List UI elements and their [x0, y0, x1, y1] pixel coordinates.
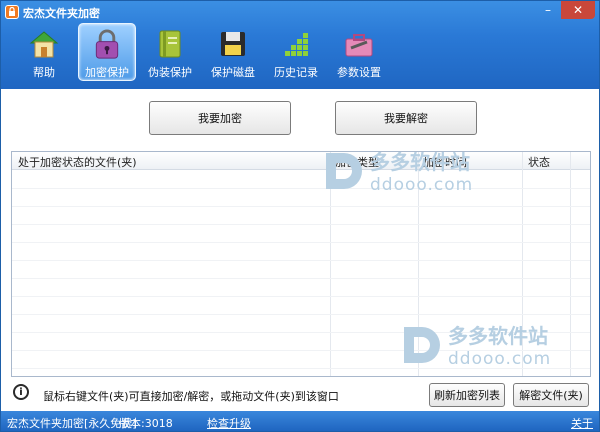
toolbar-encrypt-protect[interactable]: 加密保护: [78, 23, 136, 81]
toolbar-protect-disk[interactable]: 保护磁盘: [204, 23, 262, 81]
app-logo-icon: [5, 5, 19, 19]
history-grid-icon: [285, 33, 308, 56]
encrypted-files-table[interactable]: 处于加密状态的文件(夹) 加密类型 加密时间 状态: [11, 151, 591, 377]
version-text: 版本:3018: [119, 417, 173, 430]
watermark-brand: 多多软件站: [370, 151, 470, 174]
toolbox-icon: [345, 34, 373, 57]
column-divider: [570, 152, 571, 376]
column-header-status[interactable]: 状态: [528, 154, 550, 170]
main-toolbar: 帮助 加密保护 伪装保护 保护磁盘 历史记录 参数设置: [15, 23, 393, 85]
toolbar-history[interactable]: 历史记录: [267, 23, 325, 81]
row-divider: [12, 314, 590, 315]
refresh-list-button[interactable]: 刷新加密列表: [429, 383, 505, 407]
table-header: 处于加密状态的文件(夹) 加密类型 加密时间 状态: [12, 152, 590, 170]
row-divider: [12, 260, 590, 261]
minimize-button[interactable]: –: [535, 1, 561, 19]
toolbar-label: 参数设置: [337, 66, 381, 79]
toolbar-label: 帮助: [33, 66, 55, 79]
column-header-file[interactable]: 处于加密状态的文件(夹): [18, 154, 137, 170]
watermark-logo-icon: [404, 326, 440, 363]
watermark-logo-icon: [326, 152, 362, 189]
decrypt-file-button[interactable]: 解密文件(夹): [513, 383, 589, 407]
title-bar[interactable]: 宏杰文件夹加密 – ✕: [1, 1, 599, 23]
encrypt-button[interactable]: 我要加密: [149, 101, 291, 135]
window-controls: – ✕: [535, 1, 595, 19]
row-divider: [12, 188, 590, 189]
toolbar-label: 历史记录: [274, 66, 318, 79]
app-info-text: 宏杰文件夹加密[永久免费]: [7, 417, 137, 430]
window-title: 宏杰文件夹加密: [23, 7, 100, 20]
toolbar-settings[interactable]: 参数设置: [330, 23, 388, 81]
app-window: 宏杰文件夹加密 – ✕ 帮助 加密保护 伪装保护 保护磁盘 历史记录 参数设置 …: [0, 0, 600, 432]
row-divider: [12, 206, 590, 207]
toolbar-label: 伪装保护: [148, 66, 192, 79]
decrypt-button[interactable]: 我要解密: [335, 101, 477, 135]
main-panel: 我要加密 我要解密 处于加密状态的文件(夹) 加密类型 加密时间 状态: [1, 89, 599, 411]
watermark-url: ddooo.com: [448, 349, 552, 369]
toolbar-disguise-protect[interactable]: 伪装保护: [141, 23, 199, 81]
floppy-disk-icon: [221, 32, 245, 56]
lock-icon: [95, 29, 119, 59]
watermark-top: 多多软件站 ddooo.com: [322, 151, 474, 195]
header-area: 宏杰文件夹加密 – ✕ 帮助 加密保护 伪装保护 保护磁盘 历史记录 参数设置: [1, 1, 599, 89]
watermark-bottom: 多多软件站 ddooo.com: [400, 320, 551, 369]
watermark-brand: 多多软件站: [448, 324, 548, 348]
row-divider: [12, 242, 590, 243]
close-button[interactable]: ✕: [561, 1, 595, 19]
watermark-url: ddooo.com: [370, 175, 474, 195]
row-divider: [12, 278, 590, 279]
toolbar-label: 加密保护: [85, 66, 129, 79]
usage-hint: 鼠标右键文件(夹)可直接加密/解密，或拖动文件(夹)到该窗口: [43, 390, 339, 403]
book-icon: [159, 30, 181, 58]
info-icon: i: [13, 384, 29, 400]
about-link[interactable]: 关于: [571, 415, 593, 431]
toolbar-label: 保护磁盘: [211, 66, 255, 79]
row-divider: [12, 224, 590, 225]
toolbar-help[interactable]: 帮助: [15, 23, 73, 81]
check-update-link[interactable]: 检查升级: [207, 415, 251, 431]
status-bar: 宏杰文件夹加密[永久免费] 版本:3018 检查升级 关于: [1, 411, 599, 431]
row-divider: [12, 296, 590, 297]
home-icon: [29, 31, 59, 58]
